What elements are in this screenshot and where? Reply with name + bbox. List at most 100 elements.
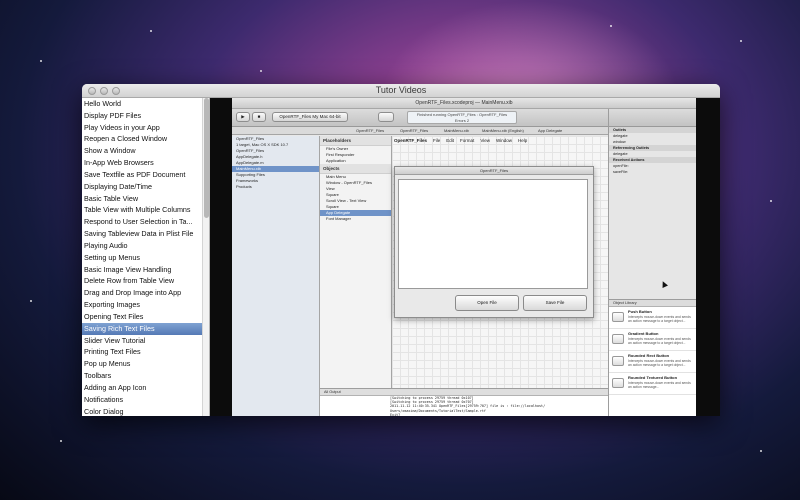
breadcrumb: OpenRTF_Files	[356, 128, 385, 133]
mouse-cursor-icon	[660, 280, 668, 288]
sidebar-scrollbar[interactable]	[202, 98, 209, 416]
tutorial-list-item[interactable]: Table View with Multiple Columns	[82, 204, 209, 216]
tutorial-list-item[interactable]: Basic Image View Handling	[82, 264, 209, 276]
library-item-desc: Intercepts mouse-down events and sends a…	[628, 315, 691, 323]
library-item-desc: Intercepts mouse-down events and sends a…	[628, 381, 691, 389]
button-icon	[612, 334, 624, 344]
inspector-row: saveFile:	[613, 170, 629, 174]
tutorial-list-item[interactable]: Pop up Menus	[82, 358, 209, 370]
menu-bar-item: OpenRTF_Files	[394, 138, 428, 143]
tutorial-list-item[interactable]: Delete Row from Table View	[82, 275, 209, 287]
tutorial-list-item[interactable]: Drag and Drop Image into App	[82, 287, 209, 299]
xcode-title: OpenRTF_Files.xcodeproj — MainMenu.xib	[415, 100, 513, 106]
tutorial-list-item[interactable]: Opening Text Files	[82, 311, 209, 323]
tutorial-list-item[interactable]: Saving Rich Text Files	[82, 322, 209, 335]
inspector-toolbar	[609, 109, 696, 127]
tutorial-list-item[interactable]: Printing Text Files	[82, 346, 209, 358]
tutorial-list-item[interactable]: Play Videos in your App	[82, 122, 209, 134]
console-header: All Output	[320, 389, 608, 396]
save-file-button: Save File	[523, 295, 587, 311]
tutorial-list-item[interactable]: Displaying Date/Time	[82, 181, 209, 193]
menu-bar-item: Help	[518, 138, 528, 143]
breakpoints-button	[378, 112, 394, 122]
tutorial-list-item[interactable]: Toolbars	[82, 370, 209, 382]
tutor-videos-window: Tutor Videos Hello World Display PDF File…	[82, 84, 720, 416]
console-line: Exit?	[390, 412, 401, 416]
document-outline: Placeholders File's Owner First Responder…	[320, 136, 392, 416]
tutorial-list-item[interactable]: Display PDF Files	[82, 110, 209, 122]
star	[40, 60, 42, 62]
star	[60, 440, 62, 442]
library-item: Rounded Textured Button Intercepts mouse-…	[609, 373, 696, 395]
tutorial-list-item[interactable]: Save Textfile as PDF Document	[82, 169, 209, 181]
menu-bar-preview: OpenRTF_Files File Edit Format View Window Hel…	[394, 138, 533, 146]
library-item-name: Push Button	[628, 309, 652, 314]
library-item-desc: Intercepts mouse-down events and sends a…	[628, 337, 691, 345]
star	[260, 70, 262, 72]
run-button: ▶	[236, 112, 250, 122]
object-row: Font Manager	[326, 216, 351, 221]
breadcrumb: App Delegate	[538, 128, 563, 133]
xcode-titlebar: OpenRTF_Files.xcodeproj — MainMenu.xib	[232, 98, 696, 109]
sidebar-scroll-thumb[interactable]	[204, 98, 209, 218]
menu-bar-item: Format	[460, 138, 475, 143]
window-title: Tutor Videos	[375, 85, 427, 95]
tutorial-list: Hello World Display PDF Files Play Videos …	[82, 98, 210, 416]
button-icon	[612, 356, 624, 366]
tutorial-list-item[interactable]: Notifications	[82, 394, 209, 406]
tutorial-list-item[interactable]: Slider View Tutorial	[82, 335, 209, 347]
menu-bar-item: File	[433, 138, 441, 143]
library-item: Gradient Button Intercepts mouse-down eve…	[609, 329, 696, 351]
library-item-name: Gradient Button	[628, 331, 659, 336]
tutorial-list-item[interactable]: Setting up Menus	[82, 252, 209, 264]
project-navigator: OpenRTF_Files 1 target, Mac OS X SDK 10.7…	[232, 136, 320, 416]
stop-button: ■	[252, 112, 266, 122]
navigator-row: Products	[236, 184, 252, 189]
tutorial-list-item[interactable]: Color Dialog	[82, 406, 209, 416]
star	[30, 300, 32, 302]
library-item-desc: Intercepts mouse-down events and sends a…	[628, 359, 691, 367]
video-player[interactable]: OpenRTF_Files.xcodeproj — MainMenu.xib ▶…	[210, 98, 720, 416]
video-frame-xcode: OpenRTF_Files.xcodeproj — MainMenu.xib ▶…	[232, 98, 696, 416]
objects-header: Objects	[320, 164, 391, 174]
tutorial-list-item[interactable]: Hello World	[82, 98, 209, 110]
mock-window: OpenRTF_Files Open File Save File	[394, 166, 594, 318]
mock-window-title: OpenRTF_Files	[395, 167, 593, 175]
library-item: Rounded Rect Button Intercepts mouse-down…	[609, 351, 696, 373]
star	[760, 450, 762, 452]
tutorial-list-item[interactable]: Exporting Images	[82, 299, 209, 311]
tutorial-list-item[interactable]: Show a Window	[82, 145, 209, 157]
breadcrumb: MainMenu.xib (English)	[482, 128, 524, 133]
window-titlebar[interactable]: Tutor Videos	[82, 84, 720, 98]
tutorial-list-item[interactable]: Playing Audio	[82, 240, 209, 252]
breadcrumb: MainMenu.xib	[444, 128, 469, 133]
tutorial-list-item[interactable]: Basic Table View	[82, 193, 209, 205]
activity-view: Finished running OpenRTF_Files : OpenRTF…	[407, 111, 517, 124]
scheme-selector: OpenRTF_Files My Mac 64-bit	[272, 112, 348, 122]
menu-bar-item: Window	[496, 138, 513, 143]
library-item-name: Rounded Textured Button	[628, 375, 678, 380]
object-library: Object Library Push Button Intercepts mou…	[609, 299, 696, 416]
tutorial-list-item[interactable]: Respond to User Selection in Ta...	[82, 216, 209, 228]
tutorial-list-item[interactable]: Reopen a Closed Window	[82, 133, 209, 145]
star	[770, 200, 772, 202]
placeholders-header: Placeholders	[320, 136, 391, 146]
tutorial-list-item[interactable]: Saving Tableview Data in Plist File	[82, 228, 209, 240]
star	[610, 25, 612, 27]
star	[740, 40, 742, 42]
button-icon	[612, 312, 624, 322]
open-file-button: Open File	[455, 295, 519, 311]
utilities-inspector: Outlets delegate window Referencing Outlets…	[608, 109, 696, 416]
tutorial-list-item[interactable]: In-App Web Browsers	[82, 157, 209, 169]
library-item: Push Button Intercepts mouse-down events …	[609, 307, 696, 329]
button-icon	[612, 378, 624, 388]
star	[150, 30, 152, 32]
interface-builder-canvas: OpenRTF_Files File Edit Format View Window Hel…	[392, 136, 608, 388]
breadcrumb: OpenRTF_Files	[400, 128, 429, 133]
debug-console: All Output [Switching to process 29759 t…	[320, 388, 608, 416]
menu-bar-item: View	[480, 138, 490, 143]
mock-text-view	[398, 179, 588, 289]
tutorial-list-item[interactable]: Adding an App Icon	[82, 382, 209, 394]
library-selector: Object Library	[609, 300, 696, 307]
status-line: Errors 2	[454, 118, 470, 123]
